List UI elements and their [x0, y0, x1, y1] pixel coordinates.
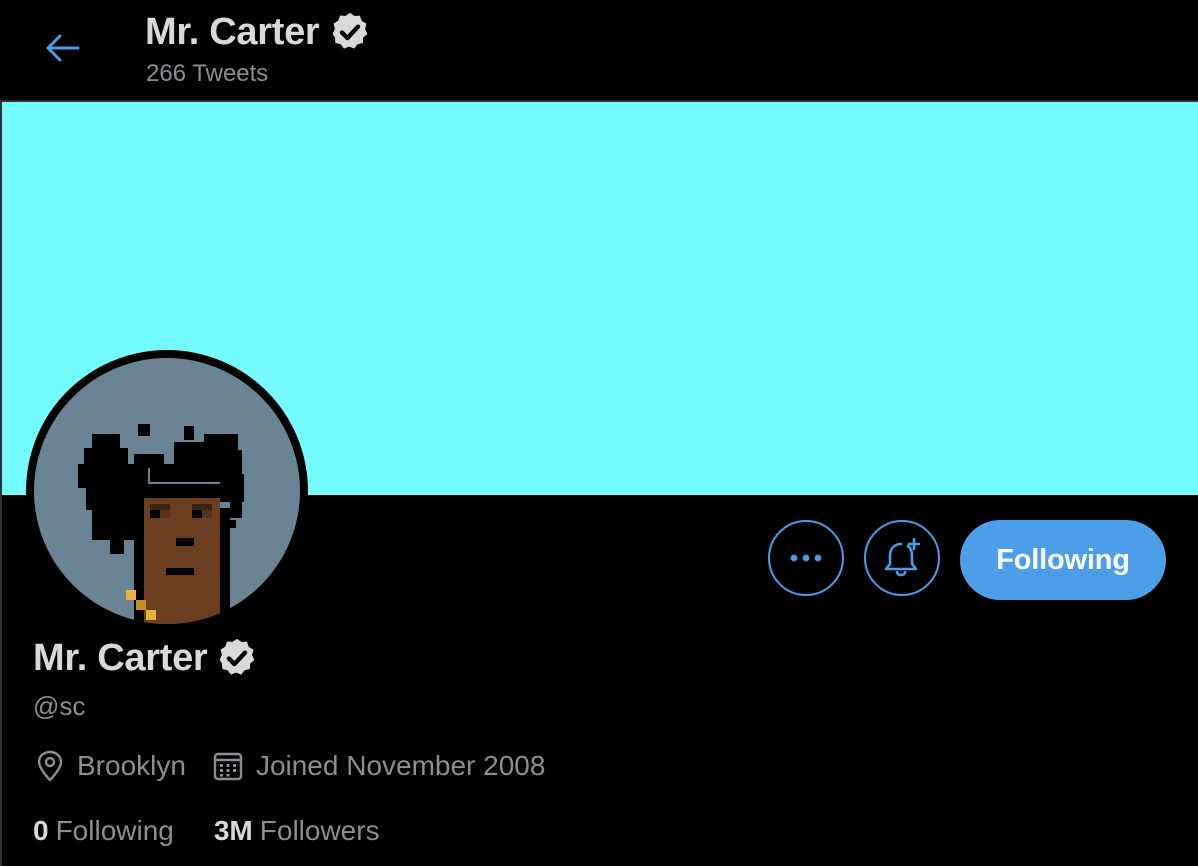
header-title: Mr. Carter	[145, 10, 372, 54]
profile-name-row: Mr. Carter	[33, 636, 259, 680]
join-date: Joined November 2008	[212, 750, 546, 782]
more-options-button[interactable]	[768, 520, 844, 596]
profile-meta: Brooklyn Joined November 2008	[35, 750, 545, 782]
arrow-left-icon	[44, 33, 80, 63]
location-text: Brooklyn	[77, 750, 186, 781]
location: Brooklyn	[35, 750, 186, 782]
following-label: Following	[55, 815, 174, 846]
back-button[interactable]	[38, 28, 86, 68]
calendar-icon	[212, 750, 244, 782]
followers-count: 3M	[213, 815, 253, 846]
follow-stats: 0 Following 3M Followers	[33, 815, 380, 847]
more-dots-icon	[789, 553, 823, 563]
profile-header: Mr. Carter 266 Tweets	[0, 0, 1198, 102]
verified-badge-icon	[215, 636, 259, 680]
location-pin-icon	[35, 750, 65, 782]
avatar[interactable]	[26, 350, 308, 632]
followers-stat-link[interactable]: 3M Followers	[214, 815, 380, 847]
notifications-button[interactable]	[864, 520, 940, 596]
verified-badge-icon	[328, 10, 372, 54]
tweet-count: 266 Tweets	[146, 60, 269, 87]
following-stat-link[interactable]: 0 Following	[33, 815, 174, 847]
join-date-text: Joined November 2008	[255, 750, 546, 781]
following-button[interactable]: Following	[960, 520, 1166, 600]
followers-label: Followers	[259, 815, 380, 846]
pixel-avatar-icon	[34, 358, 300, 624]
profile-name: Mr. Carter	[33, 636, 208, 679]
header-name: Mr. Carter	[145, 10, 320, 53]
profile-handle: @sc	[33, 691, 86, 721]
profile-page: Mr. Carter 266 Tweets Following Mr. Cart…	[0, 0, 1198, 866]
bell-plus-icon	[881, 536, 923, 580]
following-count: 0	[33, 815, 49, 846]
